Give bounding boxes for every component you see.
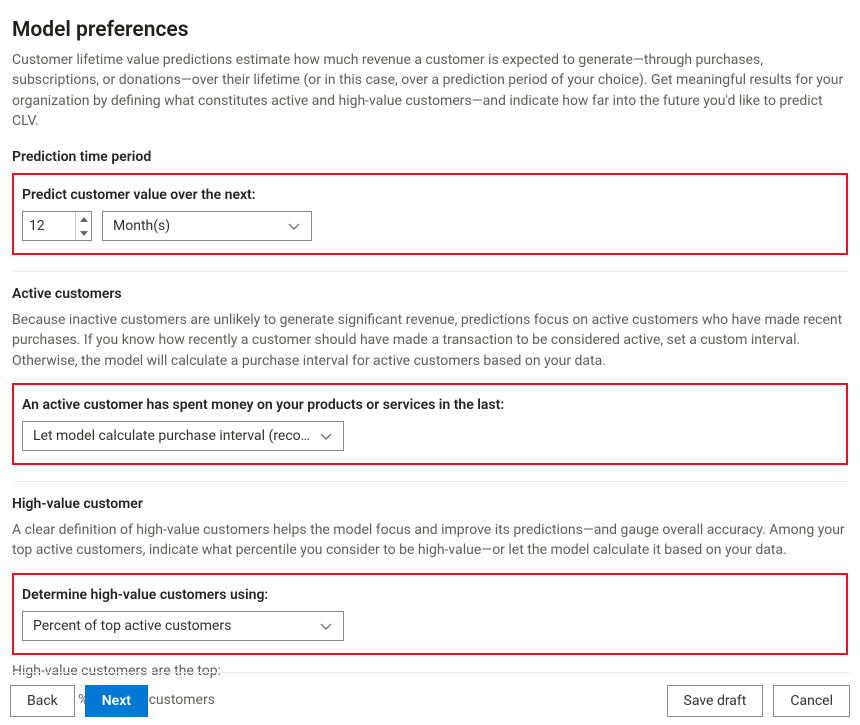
prediction-number-input[interactable] — [23, 212, 75, 240]
section-divider — [12, 271, 848, 272]
chevron-down-icon — [319, 429, 333, 443]
active-interval-select[interactable]: Let model calculate purchase interval (r… — [22, 421, 344, 451]
prediction-number-stepper[interactable] — [22, 211, 92, 241]
stepper-up-icon[interactable] — [76, 212, 91, 226]
field-label-active: An active customer has spent money on yo… — [22, 397, 838, 413]
prediction-unit-value: Month(s) — [113, 218, 170, 234]
prediction-unit-select[interactable]: Month(s) — [102, 211, 312, 241]
section-desc-highvalue: A clear definition of high-value custome… — [12, 520, 848, 561]
section-desc-active: Because inactive customers are unlikely … — [12, 310, 848, 371]
section-divider — [12, 481, 848, 482]
field-label-highvalue: Determine high-value customers using: — [22, 587, 838, 603]
page-intro: Customer lifetime value predictions esti… — [12, 50, 848, 131]
chevron-down-icon — [287, 219, 301, 233]
highvalue-method-value: Percent of top active customers — [33, 618, 231, 634]
highvalue-method-select[interactable]: Percent of top active customers — [22, 611, 344, 641]
footer-bar: Back Next Save draft Cancel — [10, 672, 850, 717]
active-interval-value: Let model calculate purchase interval (r… — [33, 428, 311, 444]
stepper-down-icon[interactable] — [76, 226, 91, 240]
highlight-active-customers: An active customer has spent money on yo… — [12, 383, 848, 465]
page-title: Model preferences — [12, 18, 848, 42]
chevron-down-icon — [319, 619, 333, 633]
back-button[interactable]: Back — [10, 685, 75, 717]
field-label-prediction: Predict customer value over the next: — [22, 187, 838, 203]
highlight-high-value: Determine high-value customers using: Pe… — [12, 573, 848, 655]
section-title-prediction: Prediction time period — [12, 149, 848, 165]
cancel-button[interactable]: Cancel — [773, 685, 850, 717]
section-title-active: Active customers — [12, 286, 848, 302]
section-title-highvalue: High-value customer — [12, 496, 848, 512]
next-button[interactable]: Next — [85, 685, 148, 717]
save-draft-button[interactable]: Save draft — [667, 685, 764, 717]
highlight-prediction-period: Predict customer value over the next: Mo… — [12, 173, 848, 255]
